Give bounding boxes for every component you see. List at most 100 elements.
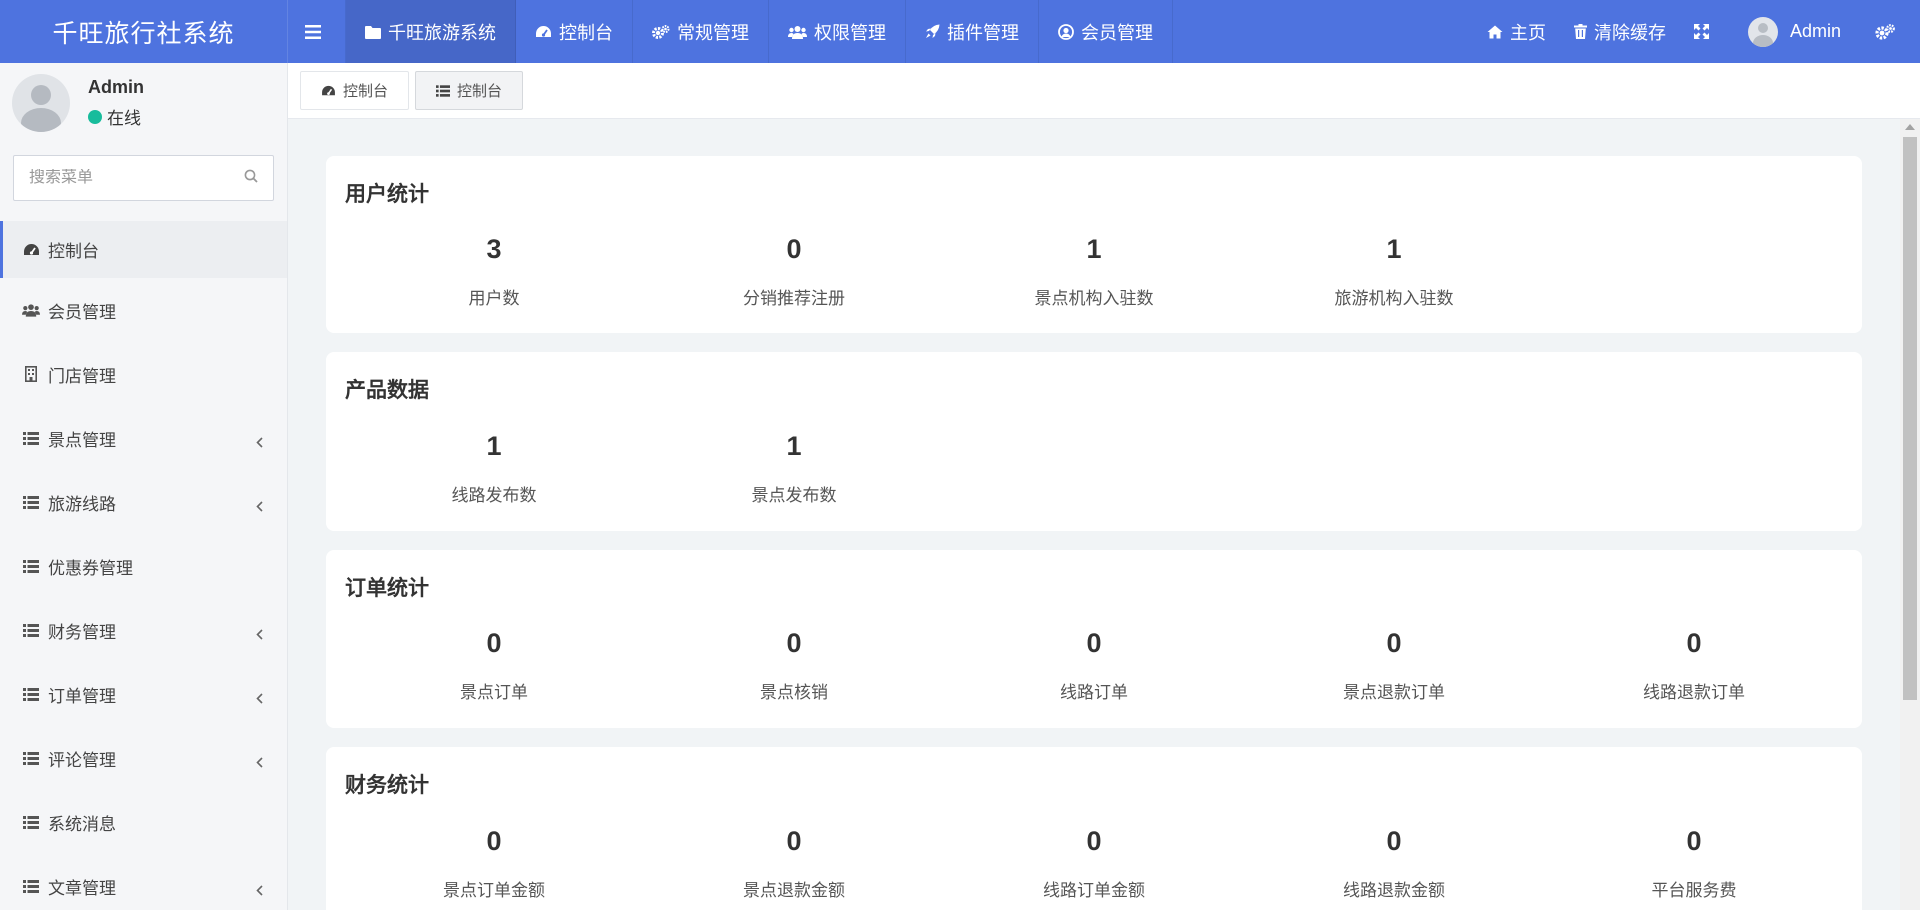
user-menu[interactable]: Admin bbox=[1730, 0, 1865, 63]
card-title: 订单统计 bbox=[345, 577, 429, 600]
nav-label: 会员管理 bbox=[1081, 22, 1153, 43]
sidebar-item-orders[interactable]: 订单管理 bbox=[0, 662, 287, 726]
scroll-up-arrow-icon[interactable] bbox=[1905, 124, 1915, 130]
home-link[interactable]: 主页 bbox=[1473, 0, 1560, 63]
stat-label: 景点订单金额 bbox=[443, 881, 545, 900]
stat-item: 0 平台服务费 bbox=[1574, 826, 1814, 901]
user-avatar bbox=[1747, 16, 1778, 47]
user-info: Admin 在线 bbox=[88, 77, 144, 129]
dashboard-icon bbox=[535, 25, 552, 39]
list-icon bbox=[436, 84, 451, 97]
trash-icon bbox=[1573, 24, 1587, 39]
nav-plugins[interactable]: 插件管理 bbox=[906, 0, 1039, 63]
folder-icon bbox=[365, 25, 381, 39]
stat-item: 0 景点订单金额 bbox=[374, 826, 614, 901]
sidebar-item-articles[interactable]: 文章管理 bbox=[0, 854, 287, 910]
stat-value: 1 bbox=[786, 431, 802, 461]
product-stats-card: 产品数据 1 线路发布数 1 景点发布数 bbox=[326, 352, 1862, 531]
tab-bar: 控制台 控制台 bbox=[288, 63, 1920, 119]
nav-dashboard[interactable]: 控制台 bbox=[516, 0, 633, 63]
sidebar-item-messages[interactable]: 系统消息 bbox=[0, 790, 287, 854]
search-icon[interactable] bbox=[244, 169, 258, 188]
stat-item: 0 线路退款金额 bbox=[1274, 826, 1514, 901]
search-input[interactable] bbox=[29, 169, 244, 187]
sidebar-item-comments[interactable]: 评论管理 bbox=[0, 726, 287, 790]
nav-general-settings[interactable]: 常规管理 bbox=[633, 0, 769, 63]
clear-cache-button[interactable]: 清除缓存 bbox=[1560, 0, 1680, 63]
settings-button[interactable] bbox=[1865, 0, 1920, 63]
nav-label: 权限管理 bbox=[814, 22, 886, 43]
sidebar-item-finance[interactable]: 财务管理 bbox=[0, 598, 287, 662]
stat-value: 0 bbox=[1686, 826, 1702, 856]
sidebar-item-label: 控制台 bbox=[48, 242, 99, 261]
sidebar-item-dashboard[interactable]: 控制台 bbox=[0, 221, 287, 278]
sidebar-item-coupons[interactable]: 优惠券管理 bbox=[0, 534, 287, 598]
stat-item: 0 线路订单金额 bbox=[974, 826, 1214, 901]
sidebar-item-label: 门店管理 bbox=[48, 366, 116, 386]
stat-label: 线路订单金额 bbox=[1043, 881, 1145, 900]
user-menu-name: Admin bbox=[1789, 21, 1841, 41]
list-icon bbox=[22, 495, 40, 509]
user-status: 在线 bbox=[88, 104, 144, 129]
stat-label: 景点机构入驻数 bbox=[1034, 289, 1154, 308]
sidebar-item-stores[interactable]: 门店管理 bbox=[0, 342, 287, 406]
stat-label: 旅游机构入驻数 bbox=[1334, 289, 1454, 308]
tab-label: 控制台 bbox=[457, 83, 503, 100]
nav-permission[interactable]: 权限管理 bbox=[769, 0, 906, 63]
nav-qianwang-travel[interactable]: 千旺旅游系统 bbox=[346, 0, 516, 63]
sidebar-toggle-button[interactable] bbox=[288, 0, 346, 63]
sidebar-item-scenic[interactable]: 景点管理 bbox=[0, 406, 287, 470]
nav-label: 千旺旅游系统 bbox=[388, 22, 496, 43]
stat-label: 景点退款金额 bbox=[743, 881, 845, 900]
list-icon bbox=[22, 559, 40, 573]
sidebar-item-label: 财务管理 bbox=[48, 622, 116, 642]
stat-label: 线路订单 bbox=[1060, 683, 1128, 702]
vertical-scrollbar[interactable] bbox=[1900, 119, 1920, 910]
tab-dashboard-active[interactable]: 控制台 bbox=[415, 71, 524, 110]
finance-stats-card: 财务统计 0 景点订单金额 0 景点退款金额 0 线路订单金额 0 线路退款金额… bbox=[326, 747, 1862, 910]
sidebar-item-label: 评论管理 bbox=[48, 750, 116, 770]
card-title: 产品数据 bbox=[345, 379, 429, 402]
nav-label: 插件管理 bbox=[947, 22, 1019, 43]
user-circle-icon bbox=[1058, 23, 1074, 40]
scrollbar-thumb[interactable] bbox=[1903, 137, 1917, 700]
stat-item: 3 用户数 bbox=[374, 234, 614, 309]
cogs-icon bbox=[1875, 23, 1895, 40]
stat-item: 0 景点退款订单 bbox=[1274, 628, 1514, 703]
sidebar-item-routes[interactable]: 旅游线路 bbox=[0, 470, 287, 534]
top-nav: 千旺旅游系统 控制台 常规管理 权限管理 插件管理 会员管理 bbox=[288, 0, 1173, 63]
main-content: 用户统计 3 用户数 0 分销推荐注册 1 景点机构入驻数 1 旅游机构入驻数 … bbox=[288, 119, 1900, 910]
stat-item: 0 分销推荐注册 bbox=[674, 234, 914, 309]
online-status-icon bbox=[88, 109, 102, 124]
stat-value: 0 bbox=[1386, 628, 1402, 658]
nav-members[interactable]: 会员管理 bbox=[1039, 0, 1173, 63]
stat-value: 0 bbox=[786, 628, 802, 658]
home-label: 主页 bbox=[1509, 22, 1546, 43]
chevron-left-icon bbox=[256, 433, 263, 453]
dashboard-icon bbox=[22, 243, 40, 257]
chevron-left-icon bbox=[256, 625, 263, 645]
stat-value: 0 bbox=[1686, 628, 1702, 658]
card-title: 财务统计 bbox=[345, 774, 429, 797]
stat-value: 0 bbox=[786, 234, 802, 264]
sidebar-item-label: 系统消息 bbox=[48, 814, 116, 834]
stat-item: 0 线路退款订单 bbox=[1574, 628, 1814, 703]
sidebar-item-members[interactable]: 会员管理 bbox=[0, 278, 287, 342]
user-panel: Admin 在线 bbox=[0, 63, 287, 143]
stat-label: 线路发布数 bbox=[451, 486, 537, 505]
menu-bars-icon bbox=[305, 24, 321, 39]
nav-label: 常规管理 bbox=[677, 22, 749, 43]
sidebar-search bbox=[13, 155, 274, 201]
stat-label: 线路退款金额 bbox=[1343, 881, 1445, 900]
app-logo[interactable]: 千旺旅行社系统 bbox=[0, 0, 288, 63]
tab-dashboard[interactable]: 控制台 bbox=[300, 71, 410, 110]
fullscreen-button[interactable] bbox=[1680, 0, 1730, 63]
list-icon bbox=[22, 879, 40, 893]
list-icon bbox=[22, 687, 40, 701]
stat-value: 0 bbox=[1386, 826, 1402, 856]
sidebar-menu: 控制台 会员管理 门店管理 景点管理 旅游线路 优惠券管理 财务管理 订单管理 … bbox=[0, 221, 287, 910]
user-stats-card: 用户统计 3 用户数 0 分销推荐注册 1 景点机构入驻数 1 旅游机构入驻数 bbox=[326, 156, 1862, 333]
sidebar-item-label: 文章管理 bbox=[48, 878, 116, 898]
stat-label: 景点退款订单 bbox=[1343, 683, 1445, 702]
stat-label: 景点发布数 bbox=[751, 486, 837, 505]
